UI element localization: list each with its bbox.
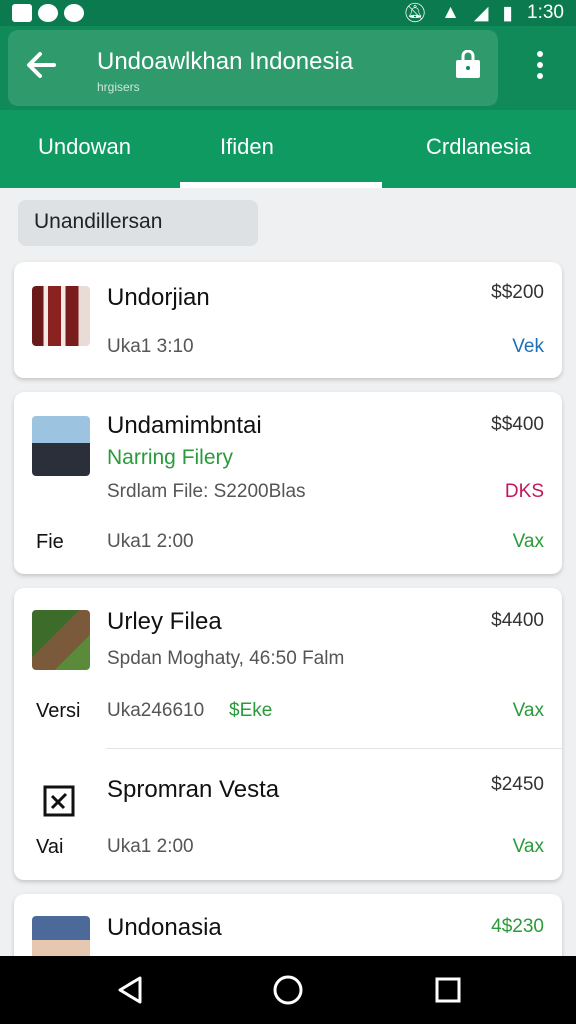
shopping-bag-icon[interactable]	[454, 49, 482, 80]
back-arrow-icon[interactable]	[24, 48, 58, 82]
notification-icon	[12, 4, 32, 22]
item-title: Undonasia	[107, 914, 222, 941]
item-meta: Uka246610	[107, 700, 205, 721]
item-status-badge: DKS	[504, 481, 544, 502]
signal-icon: ◢	[473, 2, 489, 24]
mute-icon: 🔕︎	[402, 3, 428, 24]
recents-square-icon[interactable]	[432, 974, 464, 1006]
item-tag[interactable]: Vax	[513, 836, 544, 858]
app-icon	[64, 4, 84, 22]
app-bar: Undoawlkhan Indonesia hrgisers	[0, 26, 576, 110]
active-tab-indicator	[180, 182, 382, 188]
tab-bar: Undowan Ifiden Crdlanesia	[0, 110, 576, 188]
item-price: 4$230	[491, 916, 544, 937]
tab-crdlanesia[interactable]: Crdlanesia	[426, 134, 531, 160]
item-subtitle: Narring Filery	[107, 446, 234, 469]
messenger-icon	[38, 4, 58, 22]
wifi-icon: ▲	[441, 2, 460, 23]
list-item-group[interactable]: Urley Filea $4400 Spdan Moghaty, 46:50 F…	[14, 588, 562, 880]
item-details: Srdlam File: S2200Blas	[107, 481, 306, 502]
list-item[interactable]: Undamimbntai $$400 Narring Filery Srdlam…	[14, 392, 562, 574]
item-side-label: Versi	[36, 700, 81, 722]
item-title: Urley Filea	[107, 608, 222, 635]
wine-bottles-image	[32, 286, 90, 346]
item-price: $4400	[491, 610, 544, 631]
tab-undowan[interactable]: Undowan	[38, 134, 131, 160]
item-price: $2450	[491, 774, 544, 795]
item-price: $$200	[491, 282, 544, 303]
row-divider	[106, 748, 562, 749]
edit-box-icon	[42, 784, 76, 818]
list-item[interactable]: Undorjian $$200 Uka1 3:10 Vek	[14, 262, 562, 378]
overflow-menu-icon[interactable]	[528, 48, 552, 82]
system-nav-bar	[0, 956, 576, 1024]
back-triangle-icon[interactable]	[114, 974, 146, 1006]
item-details: Spdan Moghaty, 46:50 Falm	[107, 648, 345, 669]
item-tag[interactable]: Vek	[512, 336, 544, 358]
status-time: 1:30	[527, 2, 564, 23]
item-title: Undorjian	[107, 284, 210, 311]
item-tag[interactable]: Vax	[513, 700, 544, 722]
item-title: Spromran Vesta	[107, 776, 280, 803]
item-meta: Uka1 3:10	[107, 336, 194, 357]
person-photo-image	[32, 416, 90, 476]
page-subtitle: hrgisers	[97, 80, 140, 94]
item-meta: Uka1 2:00	[107, 531, 194, 552]
item-tag[interactable]: Vax	[513, 531, 544, 553]
animals-image	[32, 610, 90, 670]
filter-chip[interactable]: Unandillersan	[18, 200, 258, 246]
item-price: $$400	[491, 414, 544, 435]
tab-ifiden[interactable]: Ifiden	[220, 134, 274, 160]
status-bar: 🔕︎ ▲ ◢ ▮ 1:30	[0, 0, 576, 26]
battery-icon: ▮	[502, 2, 514, 24]
item-title: Undamimbntai	[107, 412, 262, 439]
item-side-label: Vai	[36, 836, 64, 858]
item-meta-tag: $Eke	[229, 700, 273, 721]
page-title: Undoawlkhan Indonesia	[97, 48, 354, 75]
item-side-label: Fie	[36, 531, 64, 553]
home-circle-icon[interactable]	[272, 974, 304, 1006]
item-meta: Uka1 2:00	[107, 836, 194, 857]
